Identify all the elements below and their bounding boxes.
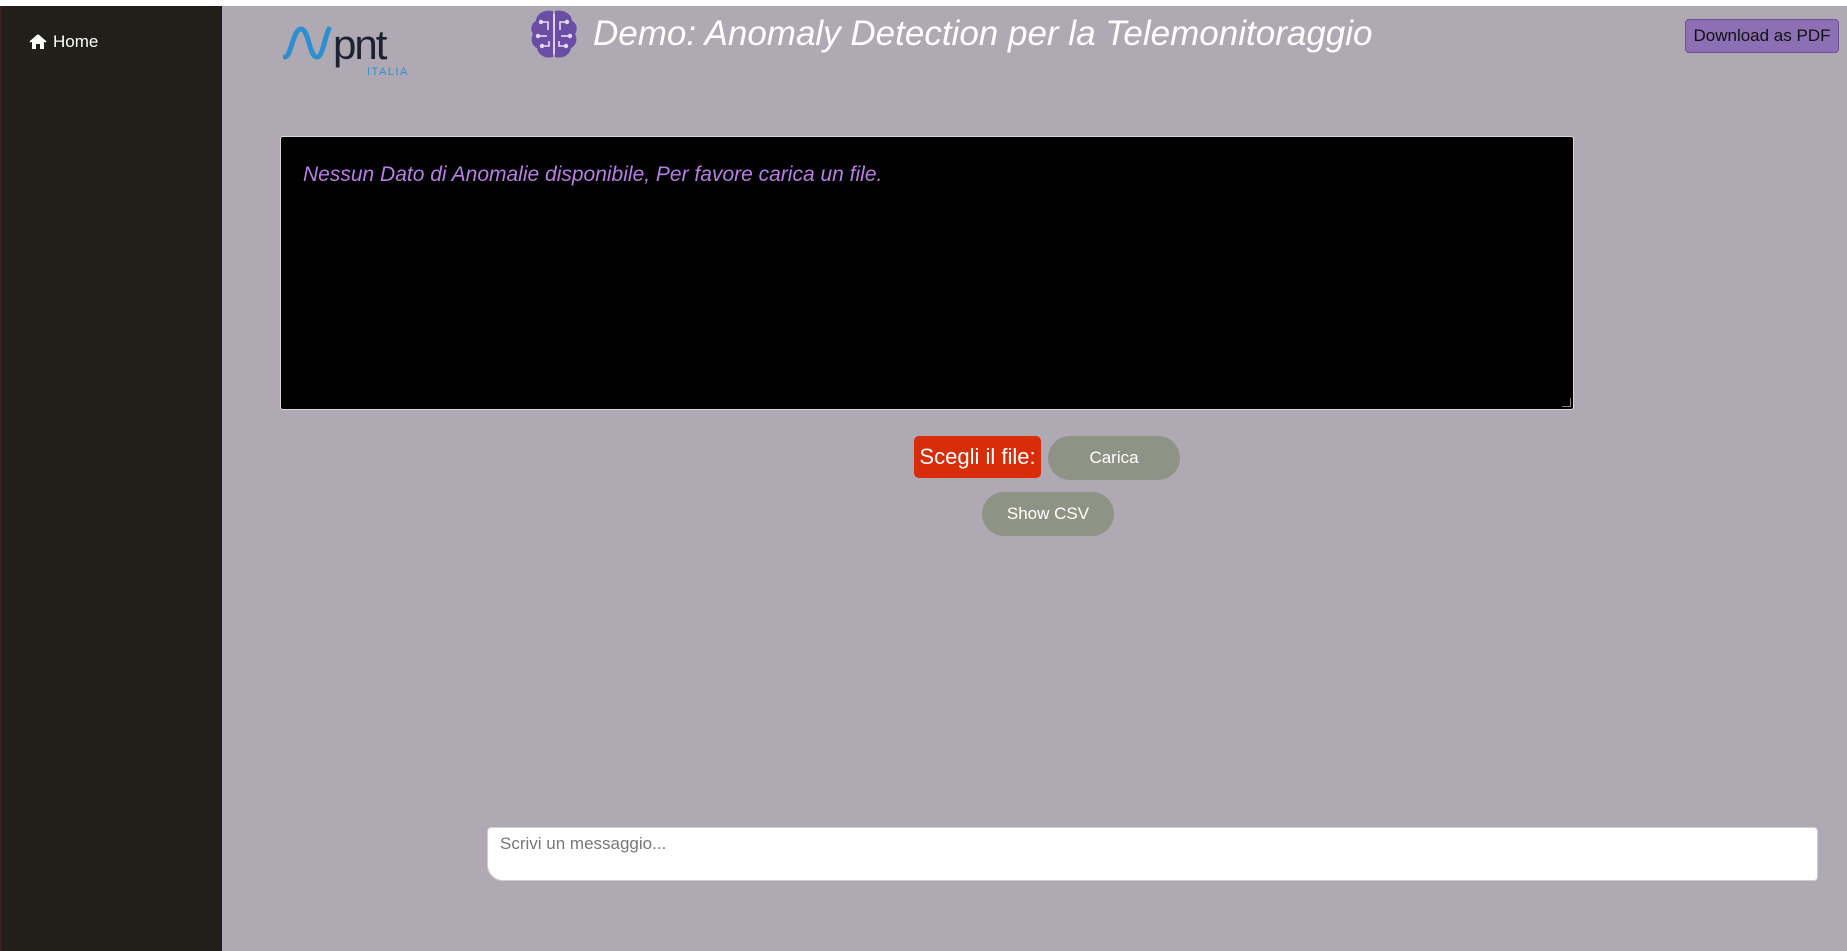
logo-main-text: pnt [333,21,388,68]
anomaly-output-area[interactable]: Nessun Dato di Anomalie disponibile, Per… [280,136,1574,410]
brain-circuit-icon [529,8,579,60]
upload-button[interactable]: Carica [1048,436,1180,480]
top-border [0,0,1847,6]
home-icon [29,34,47,50]
logo-sub-text: ITALIA [367,66,408,77]
output-message: Nessun Dato di Anomalie disponibile, Per… [303,163,883,186]
sidebar-item-label: Home [53,32,99,51]
page-title: Demo: Anomaly Detection per la Telemonit… [593,14,1373,53]
download-pdf-button[interactable]: Download as PDF [1685,19,1839,53]
choose-file-button[interactable]: Scegli il file: [914,436,1041,478]
sidebar: Home [0,6,222,951]
sidebar-item-home[interactable]: Home [29,32,98,52]
pnt-italia-logo: pnt ITALIA [282,15,408,78]
chat-message-input[interactable] [487,827,1818,881]
page-header: Demo: Anomaly Detection per la Telemonit… [529,8,1373,60]
show-csv-button[interactable]: Show CSV [982,492,1114,536]
resize-handle[interactable] [1562,398,1571,407]
